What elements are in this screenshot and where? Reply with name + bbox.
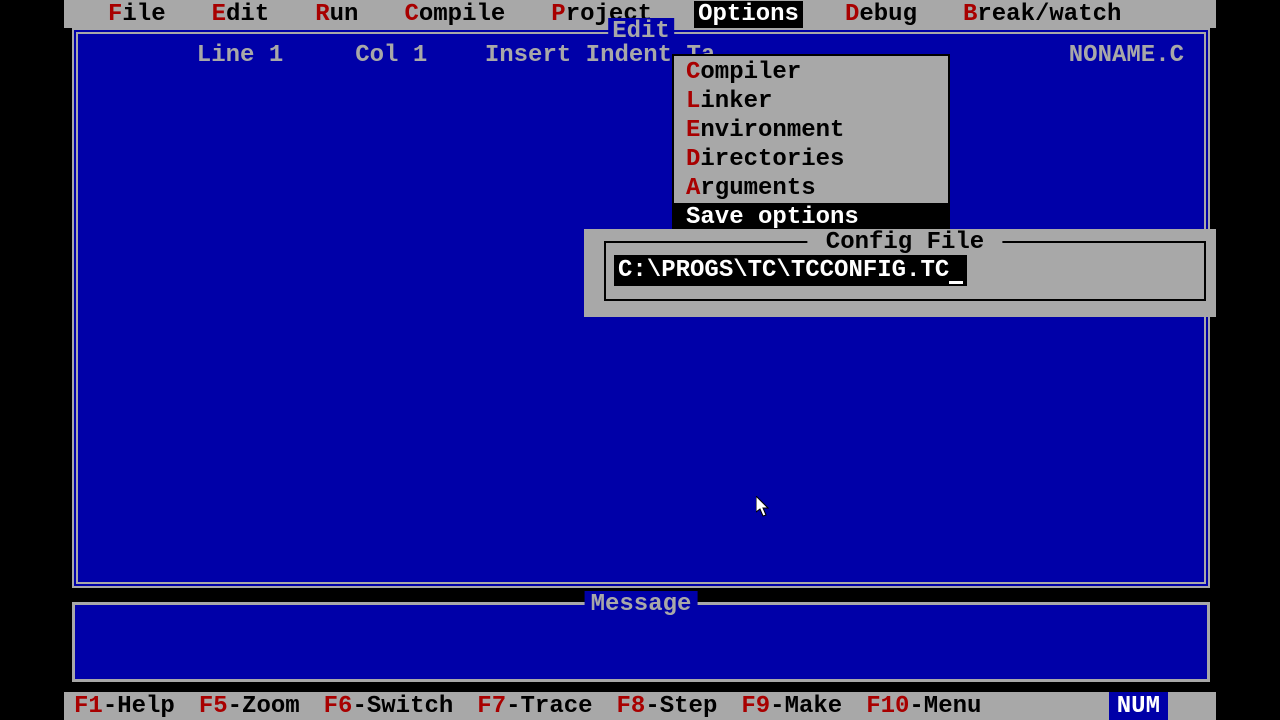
- options-item-environment[interactable]: Environment: [674, 116, 948, 145]
- options-dropdown: CompilerLinkerEnvironmentDirectoriesArgu…: [672, 54, 950, 236]
- message-window[interactable]: Message: [72, 602, 1210, 682]
- fkey-f9[interactable]: F9-Make: [741, 693, 842, 720]
- edit-status-line: Line 1 Col 1 Insert Indent Ta: [78, 42, 1204, 69]
- tc-ide-screen: FileEditRunCompileProjectOptionsDebugBre…: [64, 0, 1216, 720]
- menu-edit[interactable]: Edit: [208, 1, 274, 28]
- config-file-dialog: Config File C:\PROGS\TC\TCCONFIG.TC: [584, 229, 1216, 317]
- options-item-compiler[interactable]: Compiler: [674, 58, 948, 87]
- text-cursor-icon: [949, 266, 963, 284]
- menu-compile[interactable]: Compile: [400, 1, 509, 28]
- options-item-saveoptions[interactable]: Save options: [674, 203, 948, 232]
- numlock-indicator: NUM: [1109, 692, 1168, 720]
- edit-window-title: Edit: [608, 18, 674, 45]
- menu-file[interactable]: File: [104, 1, 170, 28]
- menu-run[interactable]: Run: [311, 1, 362, 28]
- fkey-f10[interactable]: F10-Menu: [866, 693, 981, 720]
- options-item-arguments[interactable]: Arguments: [674, 174, 948, 203]
- menu-options[interactable]: Options: [694, 1, 803, 28]
- fkey-f5[interactable]: F5-Zoom: [199, 693, 300, 720]
- options-item-linker[interactable]: Linker: [674, 87, 948, 116]
- menu-breakwatch[interactable]: Break/watch: [959, 1, 1125, 28]
- menu-debug[interactable]: Debug: [841, 1, 921, 28]
- edit-filename: NONAME.C: [1069, 42, 1184, 69]
- options-item-directories[interactable]: Directories: [674, 145, 948, 174]
- bottom-helpbar: F1-Help F5-Zoom F6-Switch F7-Trace F8-Step F9…: [64, 692, 1216, 720]
- config-file-input[interactable]: C:\PROGS\TC\TCCONFIG.TC: [614, 255, 967, 286]
- dialog-title: Config File: [807, 229, 1002, 256]
- fkey-f6[interactable]: F6-Switch: [324, 693, 454, 720]
- fkey-f7[interactable]: F7-Trace: [477, 693, 592, 720]
- fkey-f1[interactable]: F1-Help: [74, 693, 175, 720]
- fkey-f8[interactable]: F8-Step: [617, 693, 718, 720]
- dialog-frame: Config File C:\PROGS\TC\TCCONFIG.TC: [604, 241, 1206, 301]
- message-window-title: Message: [585, 591, 698, 618]
